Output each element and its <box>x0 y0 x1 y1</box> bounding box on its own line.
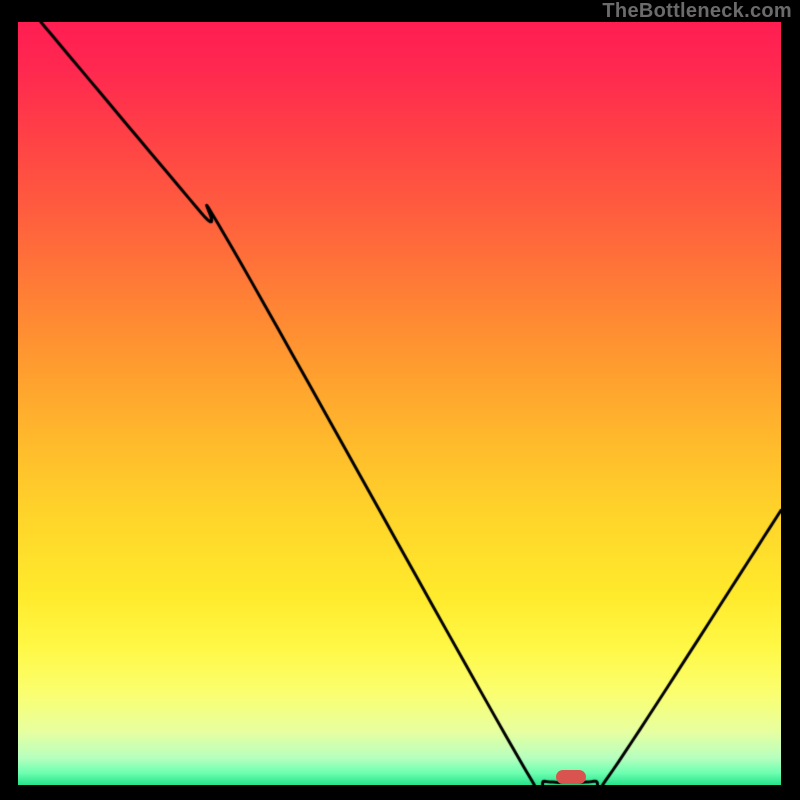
watermark-text: TheBottleneck.com <box>602 0 792 23</box>
bottleneck-line <box>18 22 781 785</box>
optimum-marker <box>556 770 586 784</box>
plot-frame <box>18 22 781 785</box>
